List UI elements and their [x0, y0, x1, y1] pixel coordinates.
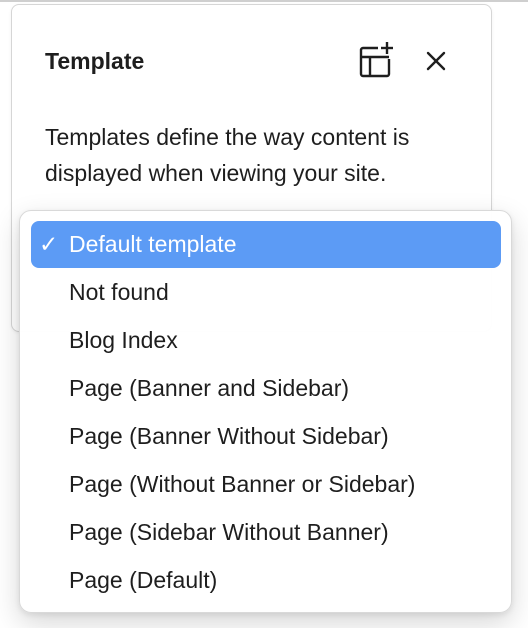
panel-title: Template [45, 48, 145, 74]
option-label: Page (Default) [69, 567, 218, 593]
window-top-border [0, 0, 528, 2]
option-not-found[interactable]: Not found [31, 269, 501, 316]
option-label: Page (Banner and Sidebar) [69, 375, 350, 401]
layout-add-icon [356, 41, 394, 84]
option-page-banner-without-sidebar[interactable]: Page (Banner Without Sidebar) [31, 413, 501, 460]
option-page-sidebar-without-banner[interactable]: Page (Sidebar Without Banner) [31, 509, 501, 556]
option-page-banner-and-sidebar[interactable]: Page (Banner and Sidebar) [31, 365, 501, 412]
option-page-default[interactable]: Page (Default) [31, 557, 501, 604]
new-template-button[interactable] [354, 41, 396, 83]
option-page-without-banner-or-sidebar[interactable]: Page (Without Banner or Sidebar) [31, 461, 501, 508]
close-button[interactable] [418, 45, 454, 81]
checkmark-icon: ✓ [39, 231, 59, 257]
option-default-template[interactable]: ✓ Default template [31, 221, 501, 268]
option-label: Default template [69, 231, 237, 257]
panel-description: Templates define the way content is disp… [45, 124, 410, 186]
option-blog-index[interactable]: Blog Index [31, 317, 501, 364]
option-label: Blog Index [69, 327, 178, 353]
option-label: Not found [69, 279, 169, 305]
option-label: Page (Banner Without Sidebar) [69, 423, 389, 449]
close-icon [425, 50, 447, 77]
option-label: Page (Sidebar Without Banner) [69, 519, 389, 545]
option-label: Page (Without Banner or Sidebar) [69, 471, 416, 497]
template-select-menu[interactable]: ✓ Default template Not found Blog Index … [19, 210, 512, 613]
